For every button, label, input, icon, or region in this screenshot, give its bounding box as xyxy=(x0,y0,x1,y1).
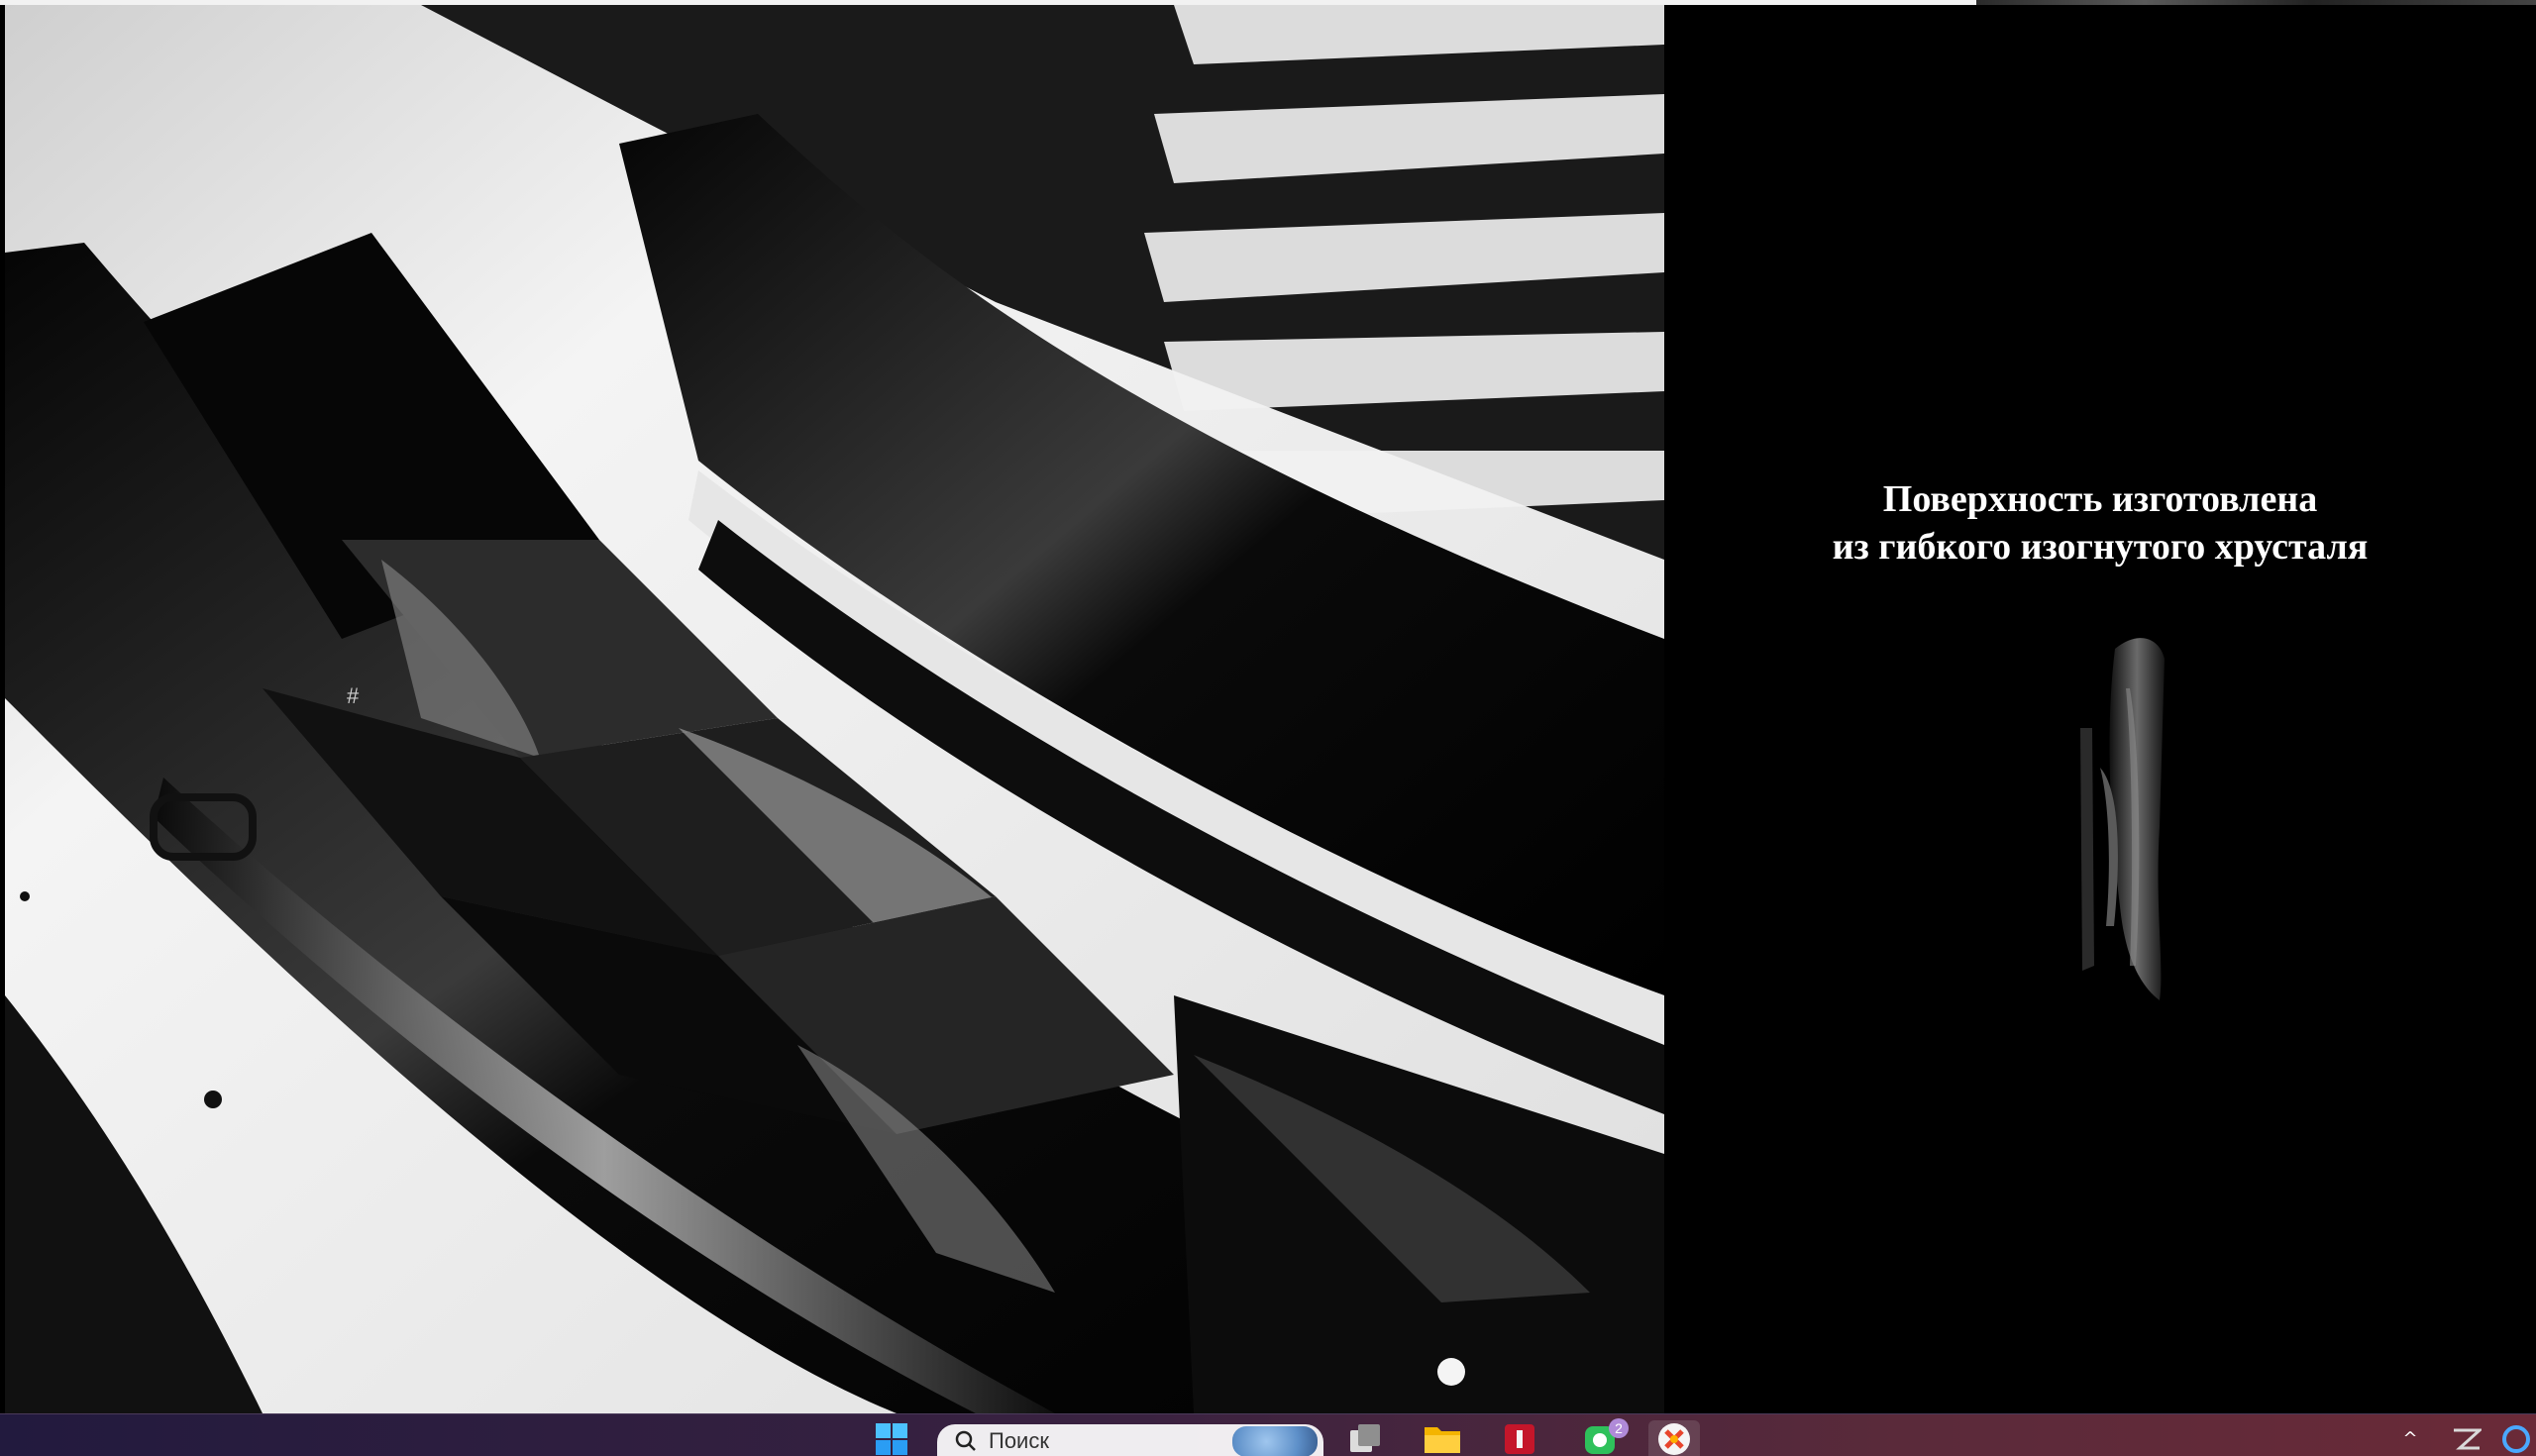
svg-text:#: # xyxy=(347,683,360,708)
tray-chevron-glyph: ^ xyxy=(2402,1428,2418,1449)
task-view-icon[interactable] xyxy=(1343,1420,1387,1456)
taskbar: Поиск 2 ^ xyxy=(0,1413,2536,1456)
chat-app-icon[interactable]: 2 xyxy=(1571,1418,1631,1456)
notification-badge: 2 xyxy=(1609,1418,1629,1438)
windows-start-icon[interactable] xyxy=(870,1420,913,1456)
folder-icon[interactable] xyxy=(1419,1420,1466,1456)
tray-app-icon[interactable] xyxy=(2447,1420,2486,1456)
tray-chevron-icon[interactable]: ^ xyxy=(2395,1420,2425,1456)
search-highlight-image xyxy=(1232,1426,1318,1456)
sculpture-thumbnail-icon xyxy=(2080,638,2165,1000)
caption-line-1: Поверхность изготовлена xyxy=(1882,478,2318,520)
red-app-icon[interactable] xyxy=(1496,1420,1543,1456)
screen: # Поверхность изготовлена из гибкого изо… xyxy=(0,0,2536,1456)
browser-icon[interactable] xyxy=(1648,1420,1700,1456)
search-input[interactable]: Поиск xyxy=(937,1424,1323,1456)
keyboard-keys-photo-icon: # xyxy=(5,5,1664,1413)
tray-network-icon[interactable] xyxy=(2496,1420,2536,1456)
caption-pane: Поверхность изготовлена из гибкого изогн… xyxy=(1664,5,2536,1413)
photo-pane: # xyxy=(5,5,1664,1413)
search-icon xyxy=(955,1430,976,1451)
caption-line-2: из гибкого изогнутого хрусталя xyxy=(1832,526,2369,568)
caption-text: Поверхность изготовлена из гибкого изогн… xyxy=(1664,475,2536,571)
search-placeholder: Поиск xyxy=(989,1427,1049,1453)
